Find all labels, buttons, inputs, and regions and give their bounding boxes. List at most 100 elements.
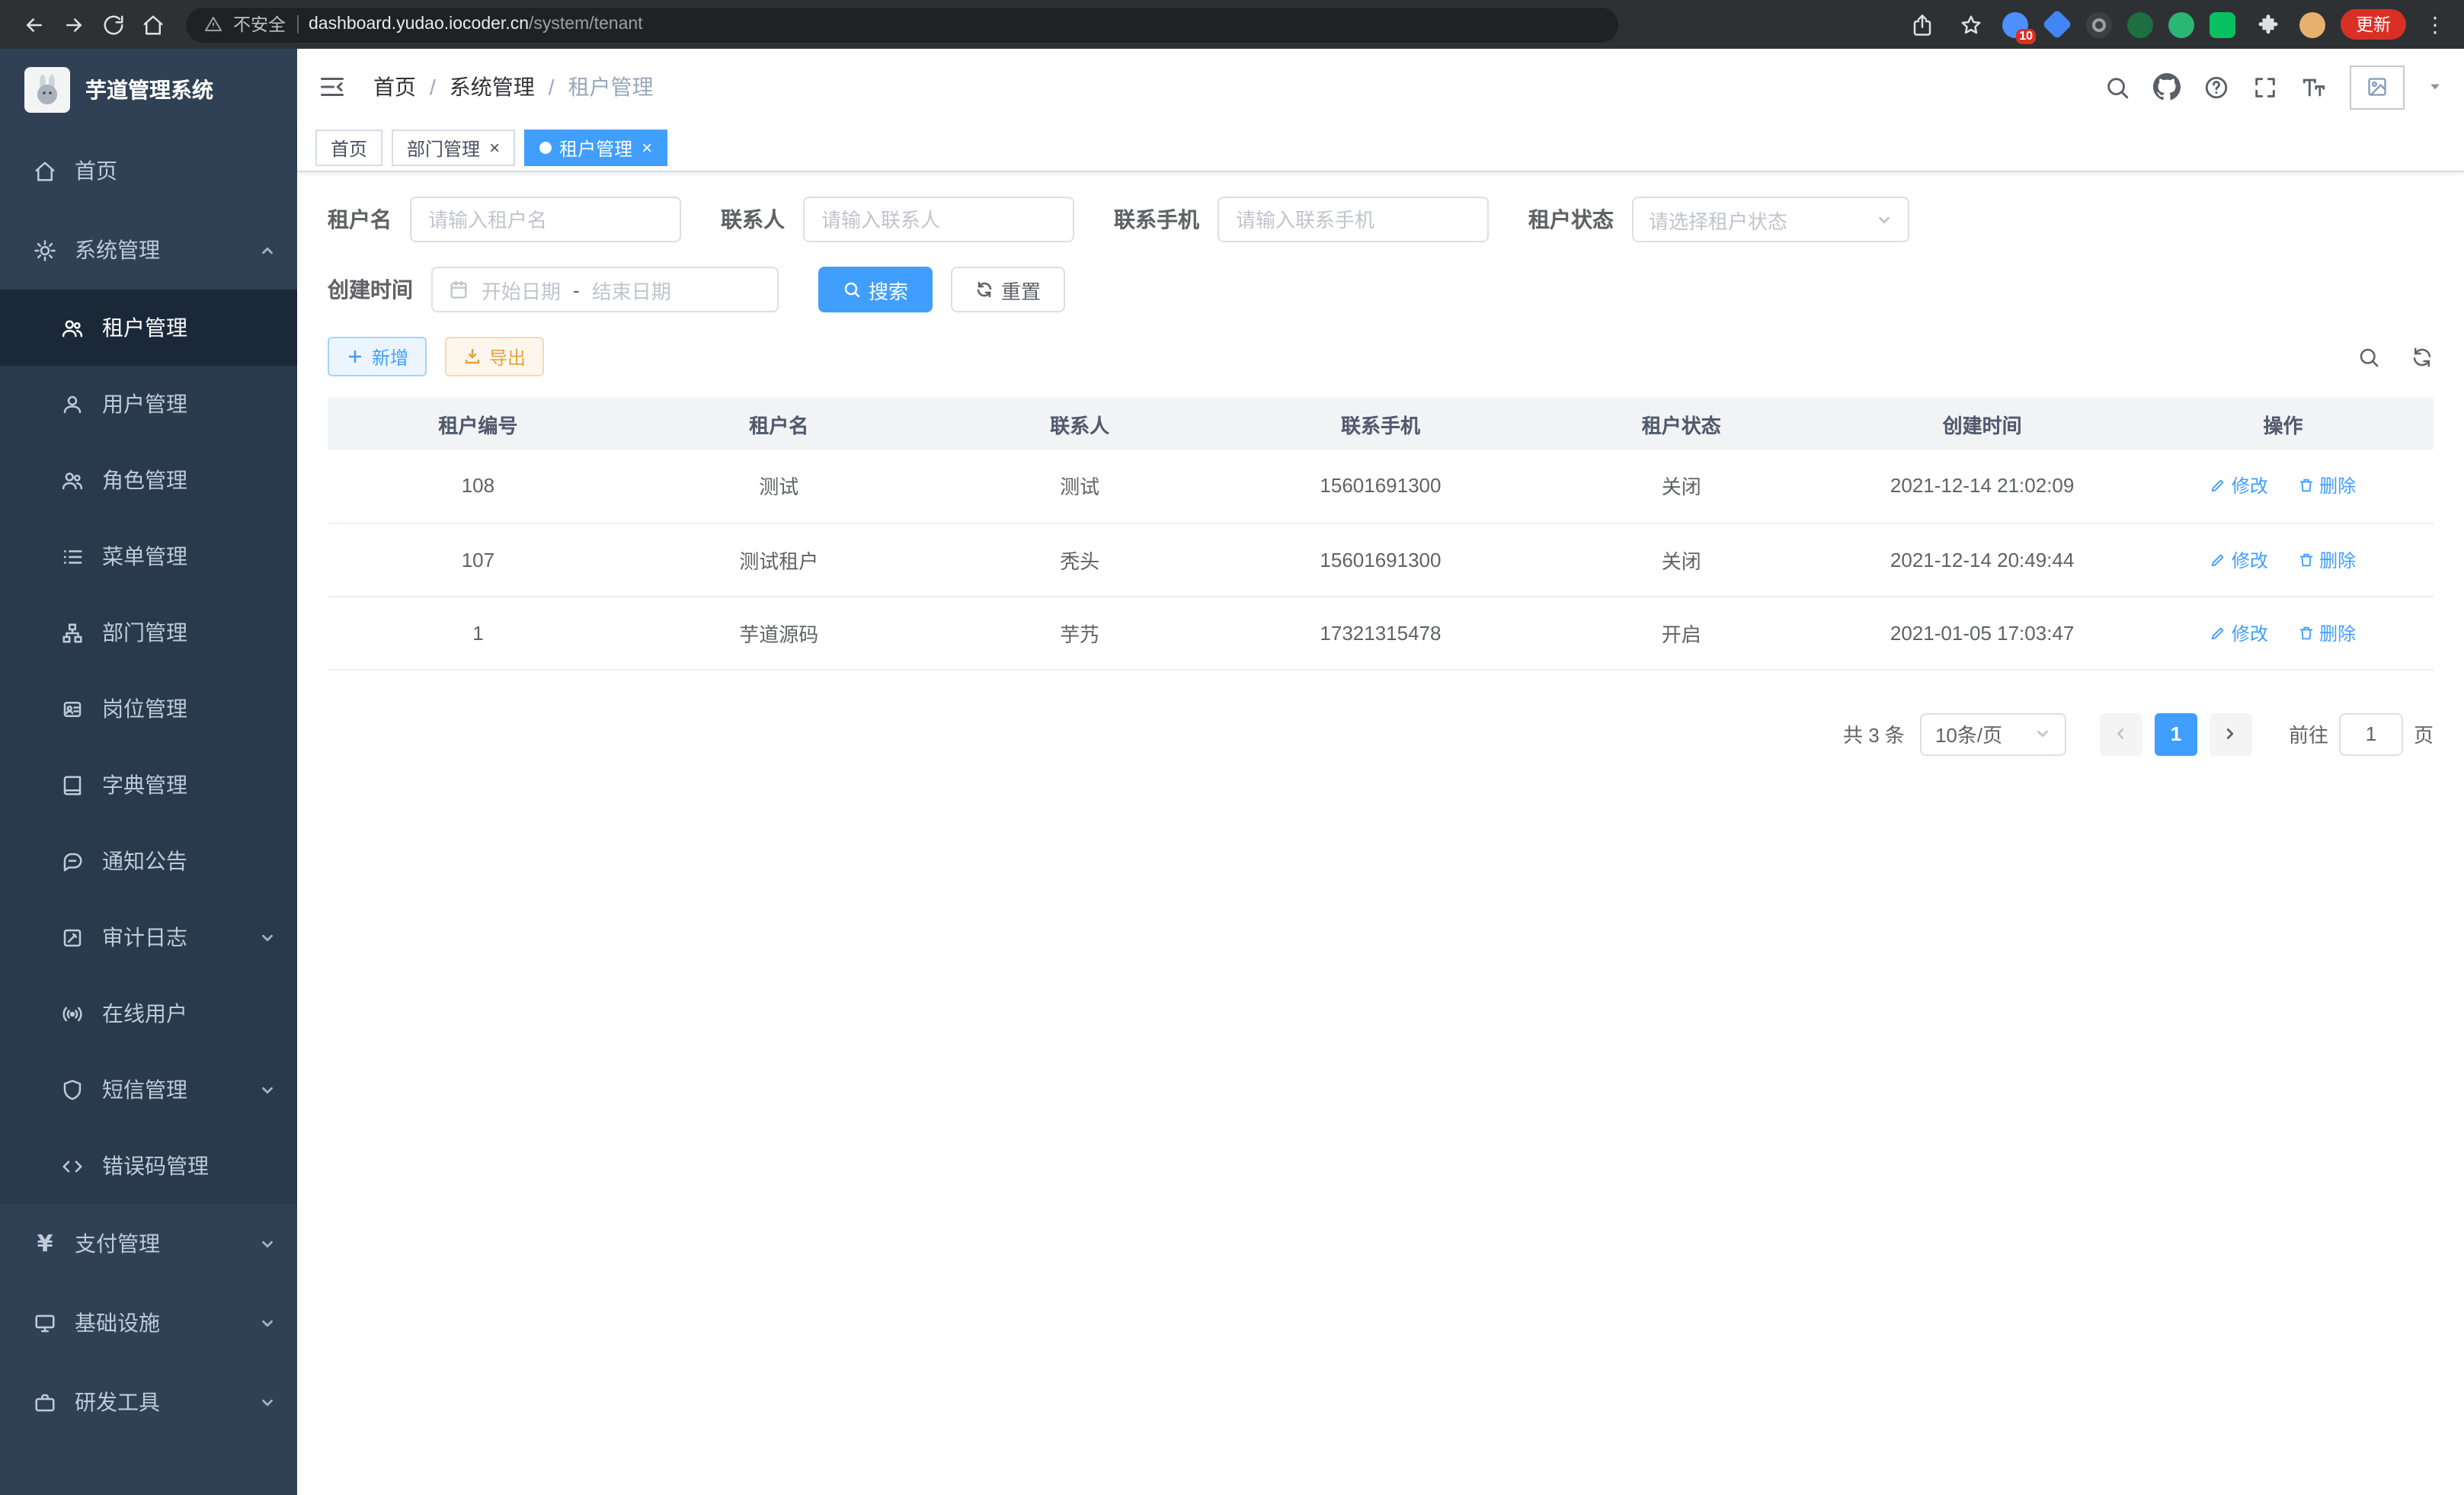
app-logo[interactable]: 芋道管理系统 [0, 49, 297, 131]
breadcrumb-system[interactable]: 系统管理 [450, 72, 535, 102]
breadcrumb-home[interactable]: 首页 [373, 72, 416, 102]
column-header: 联系手机 [1230, 398, 1531, 450]
profile-avatar[interactable] [2299, 11, 2325, 37]
tab-tenant[interactable]: 租户管理 × [524, 130, 667, 166]
goto-prefix: 前往 [2289, 719, 2328, 748]
extension-icon-6[interactable] [2210, 11, 2235, 37]
sidebar-item-error-code[interactable]: 错误码管理 [0, 1128, 297, 1204]
edit-button[interactable]: 修改 [2210, 473, 2268, 499]
sidebar-item-role[interactable]: 角色管理 [0, 442, 297, 518]
search-icon [843, 280, 861, 299]
search-button[interactable]: 搜索 [818, 267, 933, 312]
sidebar-item-label: 基础设施 [75, 1308, 160, 1338]
delete-button[interactable]: 删除 [2298, 473, 2356, 499]
user-avatar[interactable] [2350, 65, 2405, 109]
bookmark-star-button[interactable] [1954, 8, 1987, 41]
extension-icon-2[interactable] [2042, 9, 2072, 40]
page-content: 租户名 联系人 联系手机 租户状态 请选择租户状态 [297, 172, 2464, 1495]
add-button[interactable]: 新增 [328, 337, 427, 376]
delete-button[interactable]: 删除 [2298, 546, 2356, 572]
sidebar-item-dept[interactable]: 部门管理 [0, 594, 297, 671]
tab-dept[interactable]: 部门管理 × [392, 130, 515, 166]
browser-update-button[interactable]: 更新 [2341, 9, 2406, 40]
reload-icon [101, 13, 124, 36]
monitor-icon [34, 1311, 56, 1334]
page-size-select[interactable]: 10条/页 [1920, 712, 2066, 755]
cell-status: 关闭 [1531, 523, 1832, 596]
collapse-sidebar-button[interactable] [318, 73, 346, 101]
extension-icon-4[interactable] [2127, 11, 2153, 37]
sidebar-item-system[interactable]: 系统管理 [0, 210, 297, 290]
toggle-search-button[interactable] [2357, 345, 2380, 368]
column-header: 租户名 [629, 398, 930, 450]
sidebar-item-audit-log[interactable]: 审计日志 [0, 899, 297, 975]
tab-close-icon[interactable]: × [489, 139, 500, 157]
sidebar-item-online-user[interactable]: 在线用户 [0, 975, 297, 1052]
sidebar-item-user[interactable]: 用户管理 [0, 366, 297, 442]
sidebar-item-sms[interactable]: 短信管理 [0, 1052, 297, 1128]
fullscreen-button[interactable] [2252, 74, 2278, 100]
contact-input[interactable] [803, 197, 1074, 242]
chevron-up-icon [259, 242, 276, 258]
extensions-menu-button[interactable] [2251, 8, 2284, 41]
system-submenu: 租户管理 用户管理 角色管理 菜单管理 [0, 290, 297, 1204]
sidebar-item-notice[interactable]: 通知公告 [0, 823, 297, 899]
status-select[interactable]: 请选择租户状态 [1632, 197, 1909, 242]
security-label[interactable]: 不安全 [233, 12, 286, 37]
github-link[interactable] [2153, 73, 2181, 101]
refresh-table-button[interactable] [2411, 345, 2434, 368]
tab-home[interactable]: 首页 [315, 130, 382, 166]
page-number-button[interactable]: 1 [2155, 712, 2197, 755]
extension-icon-5[interactable] [2168, 11, 2194, 37]
help-button[interactable] [2203, 74, 2229, 100]
tenant-name-input[interactable] [410, 197, 681, 242]
add-button-label: 新增 [372, 344, 408, 370]
sidebar-item-menu[interactable]: 菜单管理 [0, 518, 297, 594]
tab-close-icon[interactable]: × [642, 139, 652, 157]
extension-icon-3[interactable] [2086, 11, 2112, 37]
browser-menu-button[interactable]: ⋮ [2421, 11, 2449, 37]
phone-input[interactable] [1218, 197, 1489, 242]
date-range-picker[interactable]: 开始日期 - 结束日期 [431, 267, 779, 312]
sidebar-item-tenant[interactable]: 租户管理 [0, 290, 297, 366]
forward-arrow-icon [62, 13, 85, 36]
table-row: 107 测试租户 秃头 15601691300 关闭 2021-12-14 20… [328, 523, 2434, 596]
trash-icon [2298, 624, 2315, 641]
delete-button[interactable]: 删除 [2298, 619, 2356, 645]
sidebar-item-devtools[interactable]: 研发工具 [0, 1362, 297, 1442]
edit-button[interactable]: 修改 [2210, 546, 2268, 572]
sidebar-item-home[interactable]: 首页 [0, 131, 297, 210]
fullscreen-icon [2252, 74, 2278, 100]
pager: 1 [2100, 712, 2252, 755]
reset-button[interactable]: 重置 [951, 267, 1065, 312]
export-button[interactable]: 导出 [445, 337, 544, 376]
font-size-button[interactable] [2301, 74, 2327, 100]
share-button[interactable] [1905, 8, 1938, 41]
sidebar-item-dict[interactable]: 字典管理 [0, 747, 297, 823]
caret-down-icon[interactable] [2427, 79, 2443, 94]
goto-page-input[interactable] [2339, 712, 2403, 755]
forward-button[interactable] [55, 6, 91, 43]
sidebar-item-label: 研发工具 [75, 1387, 160, 1417]
sidebar-item-label: 首页 [75, 155, 117, 186]
total-count: 共 3 条 [1843, 719, 1905, 748]
prev-page-button[interactable] [2100, 712, 2142, 755]
sidebar-item-infra[interactable]: 基础设施 [0, 1283, 297, 1362]
address-bar[interactable]: 不安全 dashboard.yudao.iocoder.cn/system/te… [186, 7, 1618, 42]
sidebar-item-payment[interactable]: ¥ 支付管理 [0, 1204, 297, 1283]
sidebar-item-post[interactable]: 岗位管理 [0, 671, 297, 747]
sidebar-item-label: 用户管理 [102, 389, 187, 419]
url-text[interactable]: dashboard.yudao.iocoder.cn/system/tenant [309, 15, 643, 34]
cell-created: 2021-12-14 21:02:09 [1832, 450, 2133, 523]
reload-button[interactable] [94, 6, 131, 43]
sidebar-item-label: 菜单管理 [102, 541, 187, 571]
extension-icon-1[interactable]: 10 [2002, 11, 2028, 37]
warning-icon[interactable] [204, 15, 222, 34]
next-page-button[interactable] [2210, 712, 2252, 755]
tenant-table: 租户编号 租户名 联系人 联系手机 租户状态 创建时间 操作 108 测试 [328, 398, 2434, 670]
cell-phone: 15601691300 [1230, 450, 1531, 523]
edit-button[interactable]: 修改 [2210, 619, 2268, 645]
back-button[interactable] [15, 6, 52, 43]
home-button[interactable] [134, 6, 171, 43]
header-search-button[interactable] [2104, 74, 2130, 100]
